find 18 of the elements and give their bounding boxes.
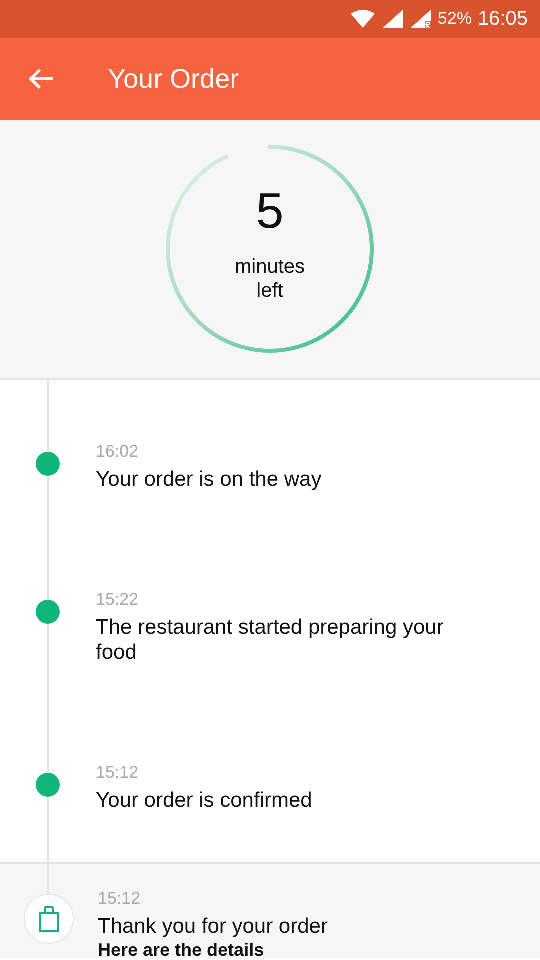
back-arrow-icon[interactable] [28,68,54,90]
summary-subtitle: Here are the details [98,940,266,960]
timestamp: 15:12 [98,888,142,910]
minutes-left-label: minutes left [234,255,306,303]
wifi-icon [350,9,376,29]
timestamp: 16:02 [96,442,140,462]
signal-roaming-icon [410,9,432,29]
signal-icon [382,9,404,29]
clock-time: 16:05 [478,7,528,32]
status-text: Your order is on the way [96,467,323,492]
status-text: Your order is confirmed [96,788,314,813]
screen-title: Your Order [108,62,240,96]
timestamp: 15:12 [96,763,140,783]
summary-title: Thank you for your order [98,914,328,940]
minutes-value: 5 [256,183,284,239]
timestamp: 15:22 [96,590,140,610]
status-text: The restaurant started preparing your food [96,615,445,665]
battery-percent: 52% [438,8,472,30]
